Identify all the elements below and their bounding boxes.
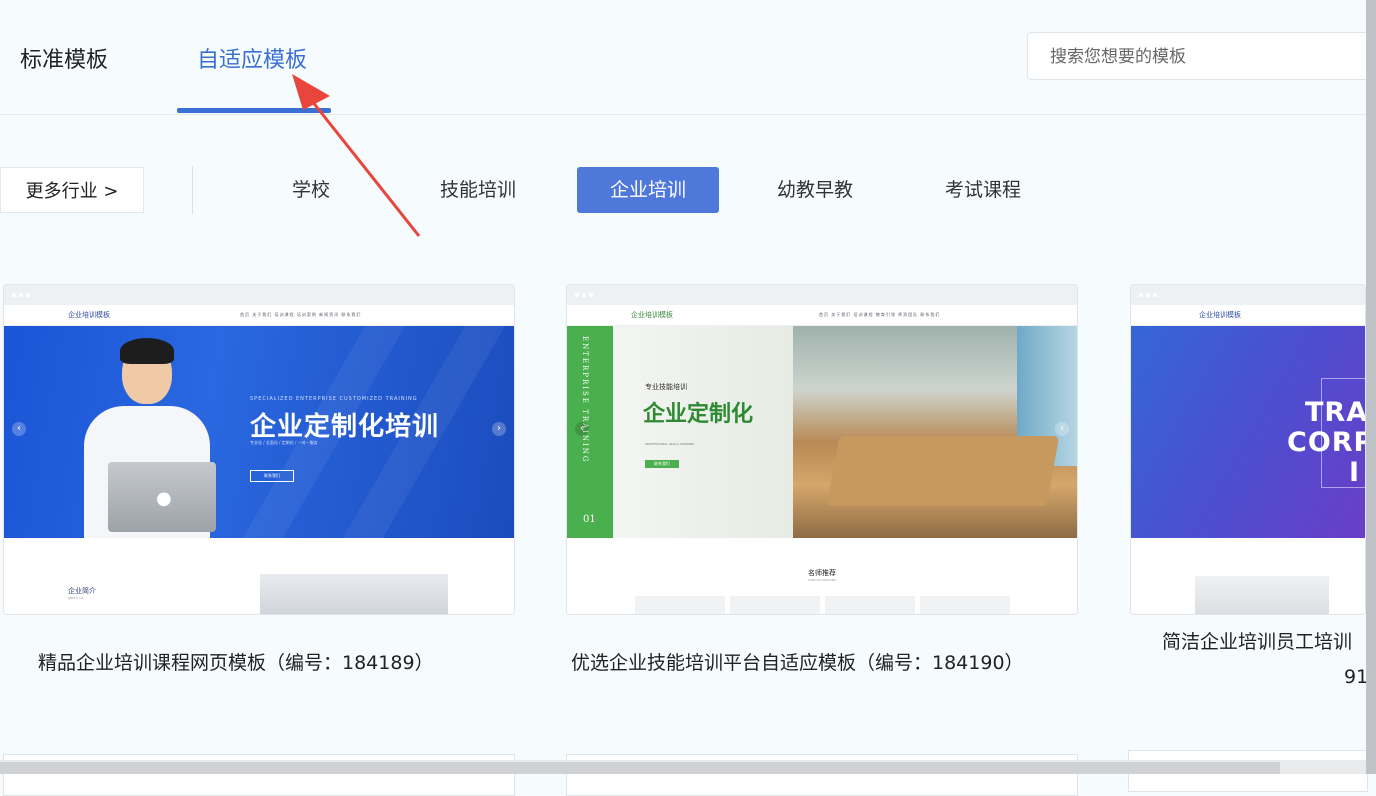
search-box xyxy=(1027,32,1376,81)
vertical-scrollbar[interactable] xyxy=(1366,0,1376,774)
preview-headline: 企业定制化 xyxy=(643,401,754,427)
preview-section-sub: ABOUT US xyxy=(68,596,84,600)
preview-pre-heading: 专业技能培训 xyxy=(645,383,687,391)
category-early-education[interactable]: 幼教早教 xyxy=(777,167,853,213)
preview-headline: 企业定制化培训 xyxy=(250,412,440,442)
window-dot-icon xyxy=(575,293,579,297)
preview-side-text: ENTERPRISE TRAINING xyxy=(581,336,589,464)
card-title-partial[interactable]: 简洁企业培训员工培训 xyxy=(1162,627,1352,654)
preview-headline: TRA CORP I xyxy=(1287,397,1365,488)
tab-adaptive-templates[interactable]: 自适应模板 xyxy=(197,42,307,74)
preview-button: 联系我们 xyxy=(250,470,294,482)
browser-chrome xyxy=(4,285,514,305)
tab-standard-templates[interactable]: 标准模板 xyxy=(20,42,108,74)
laptop-icon: ● xyxy=(108,462,216,532)
preview-english-sub: PROFESSIONAL SKILLS TRAINING xyxy=(645,442,695,446)
category-school[interactable]: 学校 xyxy=(292,167,330,213)
template-card-184190[interactable]: 企业培训模板 首页 关于我们 培训课程 教育引领 师资团队 联系我们 ENTER… xyxy=(566,284,1078,615)
card-title-184189[interactable]: 精品企业培训课程网页模板（编号：184189） xyxy=(38,648,434,675)
card-title-184190[interactable]: 优选企业技能培训平台自适应模板（编号：184190） xyxy=(571,648,1024,675)
preview-lower xyxy=(1131,538,1365,614)
filter-divider xyxy=(192,166,193,214)
horizontal-scrollbar[interactable] xyxy=(0,760,1366,774)
template-card-184189[interactable]: 企业培训模板 首页 关于我们 培训课程 培训案例 新闻资讯 联系我们 ● SPE… xyxy=(3,284,515,615)
chevron-left-icon: ‹ xyxy=(575,422,589,436)
preview-banner: ● SPECIALIZED ENTERPRISE CUSTOMIZED TRAI… xyxy=(4,326,514,538)
preview-button: 联系我们 xyxy=(645,460,679,468)
window-dot-icon xyxy=(12,293,16,297)
apple-logo-icon: ● xyxy=(156,488,172,509)
preview-lower: 企业简介 ABOUT US xyxy=(4,538,514,614)
preview-nav: 企业培训模板 xyxy=(1131,305,1365,326)
template-tabbar: 标准模板 自适应模板 xyxy=(0,0,1376,115)
window-dot-icon xyxy=(19,293,23,297)
window-dot-icon xyxy=(1146,293,1150,297)
window-dot-icon xyxy=(1139,293,1143,297)
preview-nav: 企业培训模板 首页 关于我们 培训课程 培训案例 新闻资讯 联系我们 xyxy=(4,305,514,326)
preview-banner: ENTERPRISE TRAINING 01 专业技能培训 企业定制化 PROF… xyxy=(567,326,1077,538)
preview-section-title: 名师推荐 xyxy=(808,569,836,577)
preview-banner: TRA CORP I xyxy=(1131,326,1365,538)
active-tab-indicator xyxy=(177,108,331,113)
preview-nav-links: 首页 关于我们 培训课程 教育引领 师资团队 联系我们 xyxy=(819,312,941,317)
window-dot-icon xyxy=(582,293,586,297)
more-industries-button[interactable]: 更多行业 > xyxy=(0,167,144,213)
card-id-fragment: 91 xyxy=(1344,666,1369,688)
browser-chrome xyxy=(1131,285,1365,305)
preview-side-number: 01 xyxy=(583,514,596,525)
preview-brand: 企业培训模板 xyxy=(631,311,673,319)
preview-section-sub: FAMOUS TEACHER xyxy=(808,578,836,582)
browser-chrome xyxy=(567,285,1077,305)
preview-nav-links: 首页 关于我们 培训课程 培训案例 新闻资讯 联系我们 xyxy=(240,312,362,317)
preview-image xyxy=(1195,576,1329,614)
category-skills-training[interactable]: 技能培训 xyxy=(440,167,516,213)
horizontal-scrollbar-thumb[interactable] xyxy=(0,762,1280,774)
preview-nav: 企业培训模板 首页 关于我们 培训课程 教育引领 师资团队 联系我们 xyxy=(567,305,1077,326)
window-dot-icon xyxy=(26,293,30,297)
window-dot-icon xyxy=(589,293,593,297)
chevron-left-icon: ‹ xyxy=(12,422,26,436)
preview-image xyxy=(260,574,448,614)
search-input[interactable] xyxy=(1048,33,1372,81)
preview-brand: 企业培训模板 xyxy=(68,311,110,319)
category-enterprise-training[interactable]: 企业培训 xyxy=(577,167,719,213)
window-dot-icon xyxy=(1153,293,1157,297)
chevron-right-icon: › xyxy=(1055,422,1069,436)
preview-brand: 企业培训模板 xyxy=(1199,311,1241,319)
preview-section-title: 企业简介 xyxy=(68,587,96,595)
chevron-right-icon: › xyxy=(492,422,506,436)
preview-subheading: SPECIALIZED ENTERPRISE CUSTOMIZED TRAINI… xyxy=(250,396,418,402)
preview-lower: 名师推荐 FAMOUS TEACHER xyxy=(567,538,1077,614)
preview-tagline: 专业化 / 全面化 / 定制化 / 一对一服务 xyxy=(250,440,318,445)
template-card-partial[interactable]: 企业培训模板 TRA CORP I xyxy=(1130,284,1366,615)
category-exam-courses[interactable]: 考试课程 xyxy=(945,167,1021,213)
meeting-photo xyxy=(793,326,1077,538)
